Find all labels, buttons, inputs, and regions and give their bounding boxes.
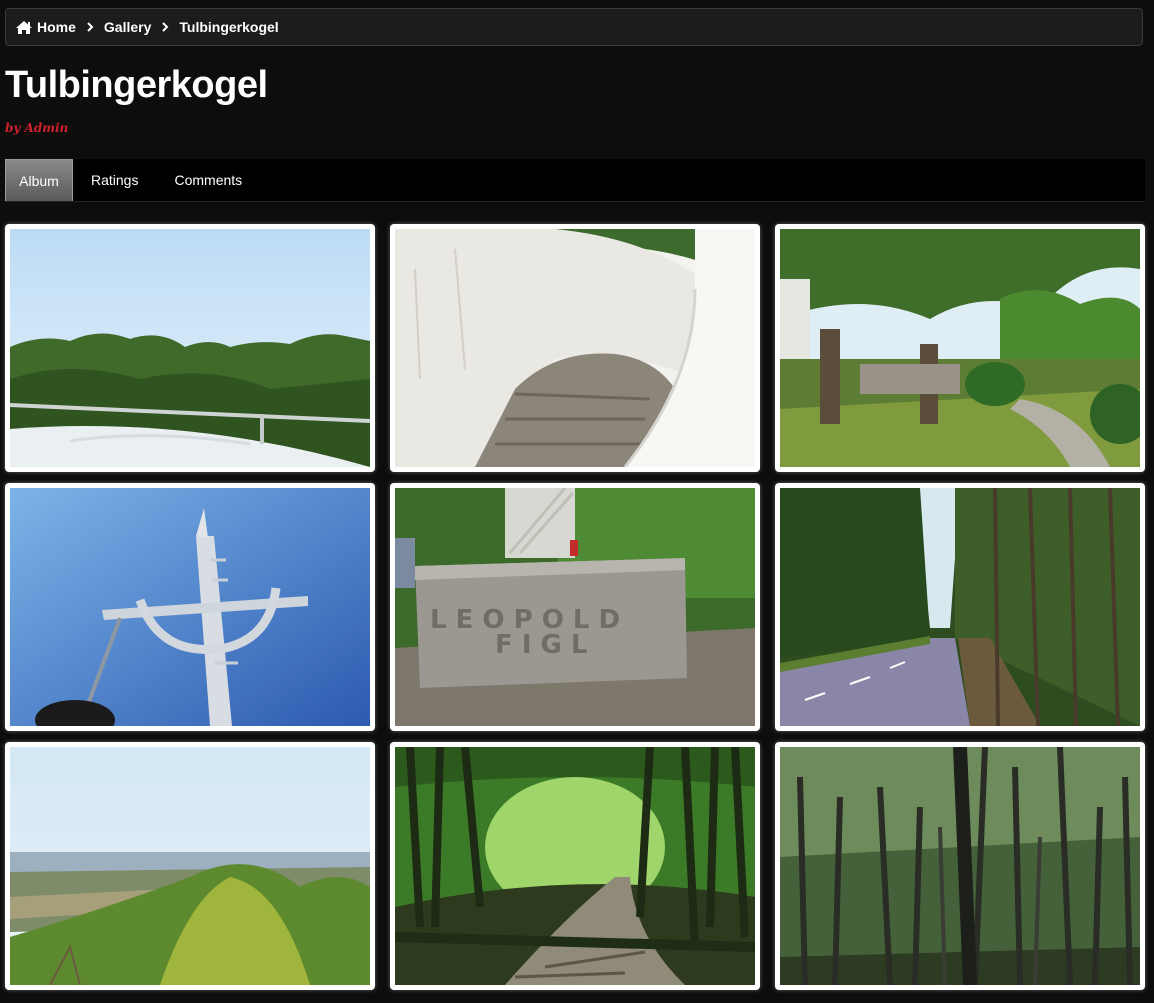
album-tabs: Album Ratings Comments (5, 159, 1145, 202)
breadcrumb-home-label: Home (37, 19, 76, 35)
photo-memorial-stone[interactable]: L E O P O L D F I G L (395, 488, 755, 726)
photo-tile[interactable]: L E O P O L D F I G L (390, 483, 760, 731)
breadcrumb-home-link[interactable]: Home (15, 19, 76, 35)
photo-garden-trees[interactable] (780, 229, 1140, 467)
photo-tile[interactable] (5, 224, 375, 472)
breadcrumb-current: Tulbingerkogel (179, 19, 279, 35)
page-title: Tulbingerkogel (5, 64, 268, 106)
photo-tile[interactable] (775, 224, 1145, 472)
chevron-right-icon (161, 22, 169, 32)
photo-tile[interactable] (775, 742, 1145, 990)
photo-tile[interactable] (5, 483, 375, 731)
home-icon (15, 20, 33, 35)
tab-comments[interactable]: Comments (156, 159, 260, 201)
tab-album[interactable]: Album (5, 159, 73, 201)
photo-tall-forest[interactable] (780, 747, 1140, 985)
photo-panorama[interactable] (10, 747, 370, 985)
photo-tile[interactable] (390, 742, 760, 990)
chevron-right-icon (86, 22, 94, 32)
svg-text:F I G L: F I G L (495, 630, 588, 660)
photo-grid: L E O P O L D F I G L (5, 224, 1145, 990)
photo-tower-view[interactable] (10, 229, 370, 467)
breadcrumb: Home Gallery Tulbingerkogel (5, 8, 1143, 46)
author-byline: by Admin (5, 121, 69, 135)
photo-forest-road[interactable] (780, 488, 1140, 726)
photo-cross-sky[interactable] (10, 488, 370, 726)
photo-forest-path[interactable] (395, 747, 755, 985)
photo-tile[interactable] (390, 224, 760, 472)
photo-tile[interactable] (775, 483, 1145, 731)
photo-spiral-staircase[interactable] (395, 229, 755, 467)
breadcrumb-gallery-link[interactable]: Gallery (104, 19, 151, 35)
tab-ratings[interactable]: Ratings (73, 159, 156, 201)
photo-tile[interactable] (5, 742, 375, 990)
